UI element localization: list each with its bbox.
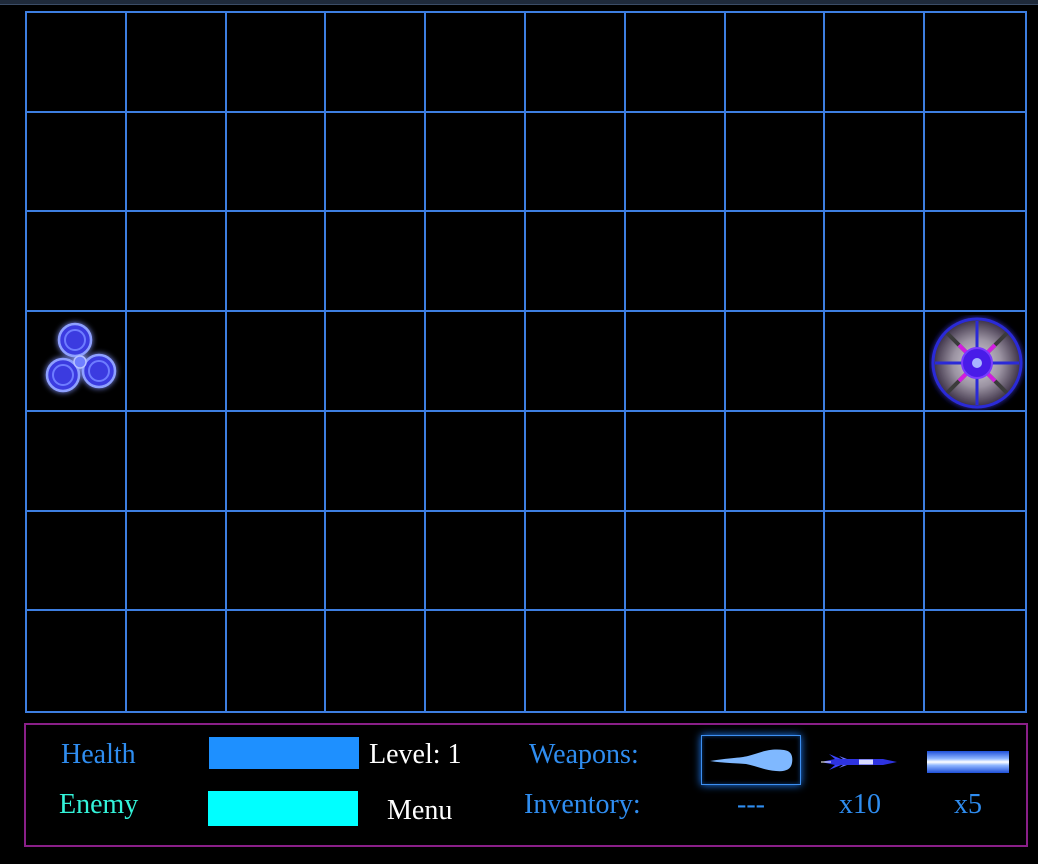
health-bar-fill: [209, 737, 359, 769]
board-cell[interactable]: [825, 611, 926, 711]
board-cell[interactable]: [326, 411, 427, 512]
board-cell[interactable]: [625, 112, 726, 213]
board-cell[interactable]: [426, 611, 526, 711]
board-cell[interactable]: [426, 312, 526, 412]
board-cell[interactable]: [726, 611, 826, 711]
board-cell[interactable]: [725, 112, 826, 213]
enemy-ship[interactable]: [929, 315, 1025, 411]
board-cell[interactable]: [326, 611, 427, 711]
board-cell[interactable]: [426, 212, 526, 313]
board-cell[interactable]: [326, 511, 427, 612]
board-cell[interactable]: [725, 212, 826, 313]
board-cell[interactable]: [825, 511, 926, 612]
board-grid: [27, 13, 1025, 711]
board-cell[interactable]: [426, 411, 526, 512]
board-cell[interactable]: [825, 212, 926, 313]
game-board[interactable]: [25, 11, 1027, 713]
board-cell[interactable]: [626, 611, 726, 711]
board-cell[interactable]: [126, 13, 227, 113]
board-cell[interactable]: [526, 511, 626, 612]
inventory-label: Inventory:: [524, 789, 641, 820]
board-cell[interactable]: [326, 312, 427, 412]
board-cell[interactable]: [226, 312, 327, 412]
board-cell[interactable]: [126, 312, 227, 412]
board-cell[interactable]: [725, 511, 826, 612]
board-cell[interactable]: [825, 312, 926, 412]
board-cell[interactable]: [426, 13, 526, 113]
player-ship[interactable]: [31, 317, 127, 413]
board-cell[interactable]: [725, 312, 826, 412]
level-label: Level: 1: [369, 739, 462, 770]
board-cell[interactable]: [326, 212, 427, 313]
board-cell[interactable]: [27, 411, 127, 512]
board-cell[interactable]: [126, 112, 227, 213]
board-cell[interactable]: [526, 212, 626, 313]
weapons-label: Weapons:: [529, 739, 639, 770]
board-cell[interactable]: [526, 112, 626, 213]
board-cell[interactable]: [925, 13, 1025, 113]
board-cell[interactable]: [625, 212, 726, 313]
board-cell[interactable]: [526, 411, 626, 512]
board-cell[interactable]: [27, 13, 127, 113]
plasma-blast-icon: [710, 749, 793, 772]
board-cell[interactable]: [127, 611, 227, 711]
missile-icon: [821, 754, 897, 770]
laser-beam-icon: [927, 751, 1009, 773]
board-cell[interactable]: [326, 13, 427, 113]
weapon-slot-plasma[interactable]: [701, 735, 801, 785]
weapon-slot-missile[interactable]: [810, 737, 910, 787]
board-cell[interactable]: [226, 112, 327, 213]
board-cell[interactable]: [226, 13, 327, 113]
board-cell[interactable]: [925, 512, 1025, 612]
weapon-count-plasma: ---: [737, 789, 765, 820]
board-cell[interactable]: [725, 411, 826, 512]
board-cell[interactable]: [126, 212, 227, 313]
board-cell[interactable]: [625, 13, 726, 113]
board-cell[interactable]: [27, 212, 127, 313]
board-cell[interactable]: [825, 13, 926, 113]
health-bar: [209, 737, 359, 769]
board-cell[interactable]: [226, 411, 327, 512]
board-cell[interactable]: [625, 511, 726, 612]
board-cell[interactable]: [725, 13, 826, 113]
board-cell[interactable]: [925, 611, 1025, 711]
board-cell[interactable]: [825, 112, 926, 213]
board-cell[interactable]: [925, 113, 1025, 213]
board-cell[interactable]: [27, 511, 127, 612]
board-cell[interactable]: [226, 212, 327, 313]
board-cell[interactable]: [126, 511, 227, 612]
board-cell[interactable]: [227, 611, 327, 711]
menu-button[interactable]: Menu: [387, 795, 452, 827]
board-cell[interactable]: [126, 411, 227, 512]
board-cell[interactable]: [825, 411, 926, 512]
hud-panel: Health Enemy Level: 1 Menu Weapons: Inve…: [24, 723, 1028, 847]
board-cell[interactable]: [326, 112, 427, 213]
wheel-ship-icon: [931, 317, 1023, 409]
board-cell[interactable]: [526, 312, 626, 412]
board-cell[interactable]: [925, 412, 1025, 512]
board-cell[interactable]: [526, 13, 626, 113]
enemy-health-bar: [208, 791, 358, 826]
weapon-slot-laser[interactable]: [918, 737, 1018, 787]
window-top-strip: [0, 0, 1038, 5]
board-cell[interactable]: [27, 112, 127, 213]
board-cell[interactable]: [27, 611, 127, 711]
weapon-count-missile: x10: [839, 789, 881, 820]
board-cell[interactable]: [625, 411, 726, 512]
enemy-label: Enemy: [59, 789, 139, 820]
board-cell[interactable]: [226, 511, 327, 612]
weapon-count-laser: x5: [954, 789, 982, 820]
tri-orb-ship-icon: [45, 322, 117, 393]
health-label: Health: [61, 739, 136, 770]
board-cell[interactable]: [526, 611, 626, 711]
board-cell[interactable]: [625, 312, 726, 412]
board-cell[interactable]: [925, 212, 1025, 313]
board-cell[interactable]: [426, 511, 526, 612]
board-cell[interactable]: [426, 112, 526, 213]
enemy-health-bar-fill: [208, 791, 358, 826]
